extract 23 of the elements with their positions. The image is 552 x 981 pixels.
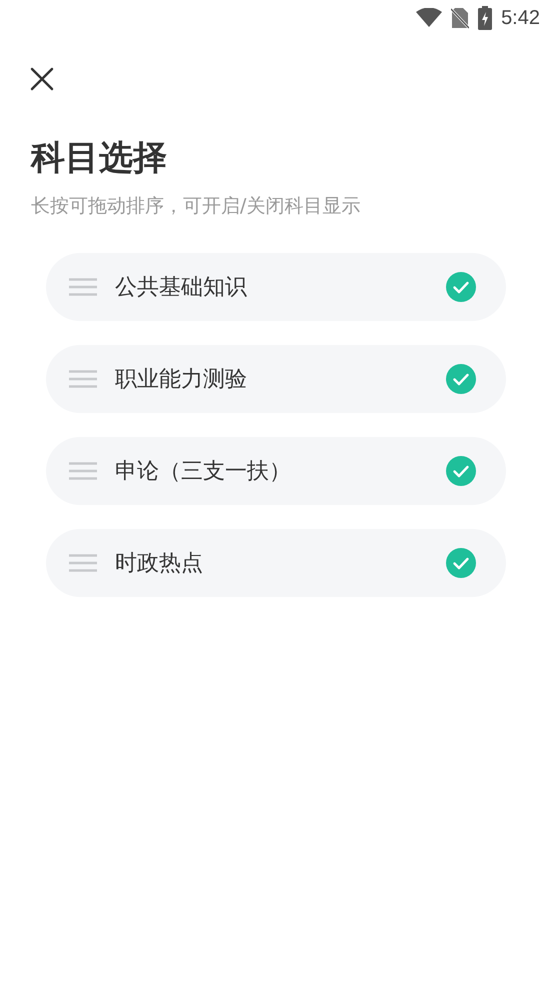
page-subtitle: 长按可拖动排序，可开启/关闭科目显示 [31,194,362,219]
subject-item[interactable]: 职业能力测验 [46,345,506,413]
subject-item[interactable]: 申论（三支一扶） [46,437,506,505]
check-circle-icon[interactable] [446,364,476,394]
wifi-icon [416,8,442,28]
page-title: 科目选择 [31,137,168,180]
subject-name: 申论（三支一扶） [115,458,292,486]
close-button[interactable] [30,67,54,91]
subject-name: 时政热点 [115,550,204,578]
subject-name: 职业能力测验 [115,366,248,394]
subject-item[interactable]: 时政热点 [46,529,506,597]
drag-handle-icon[interactable] [69,370,97,388]
check-circle-icon[interactable] [446,456,476,486]
status-time: 5:42 [501,6,540,30]
no-sim-icon [451,7,470,29]
subject-item[interactable]: 公共基础知识 [46,253,506,321]
drag-handle-icon[interactable] [69,278,97,296]
check-circle-icon[interactable] [446,272,476,302]
drag-handle-icon[interactable] [69,554,97,572]
check-circle-icon[interactable] [446,548,476,578]
subject-name: 公共基础知识 [115,274,248,302]
drag-handle-icon[interactable] [69,462,97,480]
battery-icon [478,6,492,30]
